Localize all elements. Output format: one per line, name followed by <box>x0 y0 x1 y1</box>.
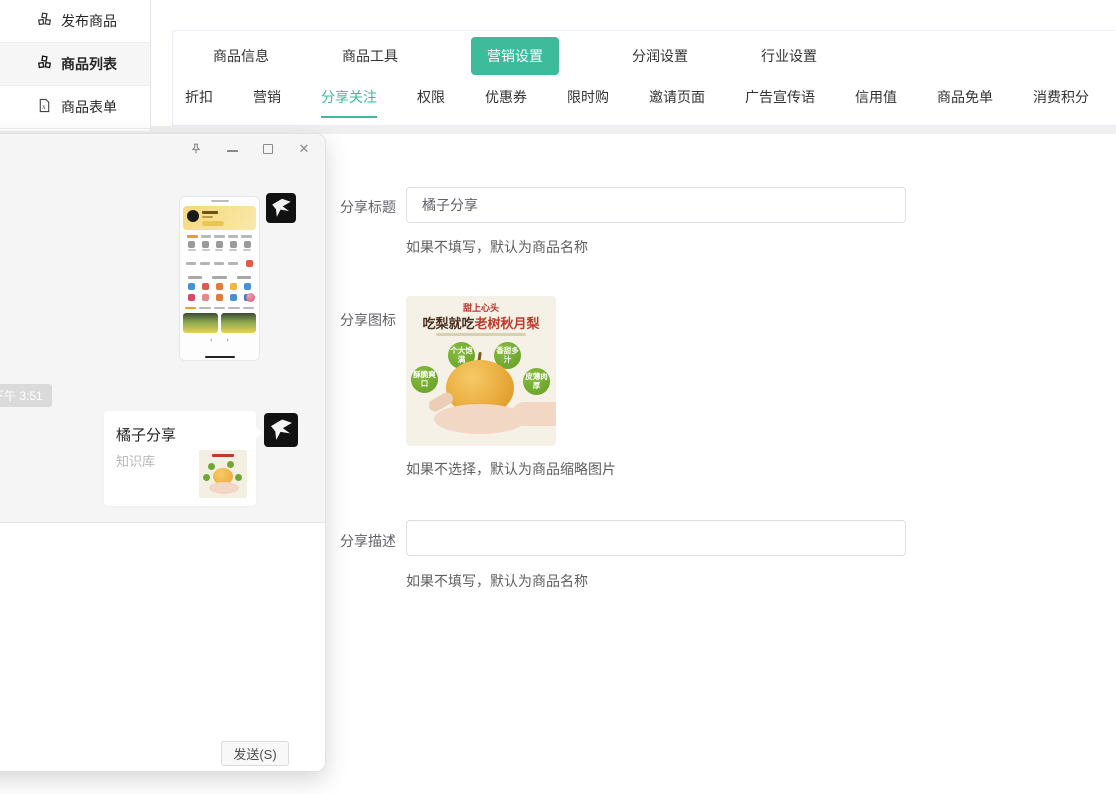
sidebar-item-publish-product[interactable]: 发布商品 <box>0 0 150 43</box>
minimize-icon[interactable] <box>225 142 239 156</box>
tab-flash-sale[interactable]: 限时购 <box>567 87 609 118</box>
sidebar-item-label: 商品表单 <box>61 97 117 117</box>
cubes-icon <box>37 55 52 73</box>
share-card-thumbnail <box>199 450 247 498</box>
share-title-hint: 如果不填写，默认为商品名称 <box>406 237 588 257</box>
close-icon[interactable]: ✕ <box>297 142 311 156</box>
svg-text:x: x <box>42 103 46 111</box>
screen: 发布商品 商品列表 x 商品表单 商品信息 <box>0 0 1116 794</box>
chat-input-area[interactable]: 发送(S) <box>0 522 325 771</box>
image-badge: 酥脆爽口 <box>411 366 438 393</box>
image-title: 吃梨就吃老树秋月梨 <box>406 313 556 332</box>
tab-invite-page[interactable]: 邀请页面 <box>649 87 705 118</box>
sidebar-item-label: 发布商品 <box>61 11 117 31</box>
cubes-icon <box>37 12 52 30</box>
share-icon-image[interactable]: 甜上心头 吃梨就吃老树秋月梨 个大饱满 香甜多汁 酥脆爽口 皮薄肉厚 <box>406 296 556 446</box>
tab-profit-settings[interactable]: 分润设置 <box>632 46 688 66</box>
share-icon-hint: 如果不选择，默认为商品缩略图片 <box>406 459 616 479</box>
sender-avatar <box>266 193 296 223</box>
shared-screenshot-message[interactable]: ‹› <box>179 196 260 361</box>
share-desc-hint: 如果不填写，默认为商品名称 <box>406 571 588 591</box>
tab-marketing[interactable]: 营销 <box>253 87 281 118</box>
file-x-icon: x <box>37 98 52 116</box>
chat-message-area: ✕ <box>0 134 325 522</box>
window-titlebar: ✕ <box>0 134 325 164</box>
tab-consume-points[interactable]: 消费积分 <box>1033 87 1089 118</box>
sidebar-item-product-list[interactable]: 商品列表 <box>0 43 150 86</box>
maximize-icon[interactable] <box>261 142 275 156</box>
tab-coupon[interactable]: 优惠券 <box>485 87 527 118</box>
share-card-title: 橘子分享 <box>116 424 244 445</box>
pin-icon[interactable] <box>189 142 203 156</box>
image-subtitle-line <box>436 333 526 336</box>
settings-tabs-panel: 商品信息 商品工具 营销设置 分润设置 行业设置 折扣 营销 分享关注 权限 优… <box>172 30 1116 126</box>
sender-avatar <box>264 413 298 447</box>
tab-credit-value[interactable]: 信用值 <box>855 87 897 118</box>
tab-permissions[interactable]: 权限 <box>417 87 445 118</box>
tab-product-info[interactable]: 商品信息 <box>213 46 269 66</box>
share-title-label: 分享标题 <box>338 197 396 217</box>
secondary-tabs: 折扣 营销 分享关注 权限 优惠券 限时购 邀请页面 广告宣传语 信用值 商品免… <box>173 75 1116 118</box>
tab-share-follow[interactable]: 分享关注 <box>321 87 377 118</box>
wechat-share-window: ✕ <box>0 133 326 772</box>
message-timestamp: 下午 3:51 <box>0 384 52 407</box>
tab-industry-settings[interactable]: 行业设置 <box>761 46 817 66</box>
share-desc-input[interactable] <box>406 520 906 556</box>
share-icon-label: 分享图标 <box>338 310 396 330</box>
tab-discount[interactable]: 折扣 <box>185 87 213 118</box>
hand-wrist <box>512 402 556 426</box>
tab-marketing-settings[interactable]: 营销设置 <box>471 37 559 75</box>
send-button[interactable]: 发送(S) <box>221 741 289 766</box>
mini-app-header <box>183 206 256 230</box>
share-title-input[interactable] <box>406 187 906 223</box>
sidebar: 发布商品 商品列表 x 商品表单 <box>0 0 151 131</box>
sidebar-item-product-form[interactable]: x 商品表单 <box>0 86 150 129</box>
tab-free-order[interactable]: 商品免单 <box>937 87 993 118</box>
image-badge: 皮薄肉厚 <box>523 368 550 395</box>
share-desc-label: 分享描述 <box>338 531 396 551</box>
primary-tabs: 商品信息 商品工具 营销设置 分润设置 行业设置 <box>173 31 1116 75</box>
tab-product-tools[interactable]: 商品工具 <box>342 46 398 66</box>
sidebar-item-label: 商品列表 <box>61 54 117 74</box>
share-link-card[interactable]: 橘子分享 知识库 <box>104 411 256 506</box>
tab-ad-slogan[interactable]: 广告宣传语 <box>745 87 815 118</box>
